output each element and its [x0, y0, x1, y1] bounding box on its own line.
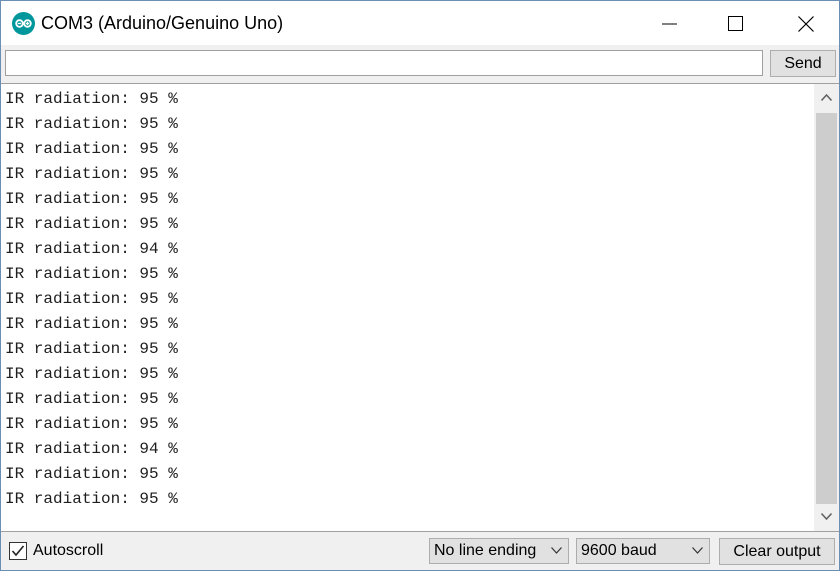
- send-row: Send: [1, 45, 839, 83]
- arduino-logo-icon: [12, 12, 35, 35]
- close-icon: [798, 16, 814, 32]
- output-line: IR radiation: 94 %: [5, 240, 178, 258]
- maximize-button[interactable]: [712, 1, 758, 45]
- output-line: IR radiation: 95 %: [5, 90, 178, 108]
- output-lines: IR radiation: 95 % IR radiation: 95 % IR r…: [5, 87, 805, 512]
- baud-rate-select[interactable]: 9600 baud: [576, 538, 710, 564]
- output-line: IR radiation: 94 %: [5, 440, 178, 458]
- line-ending-value: No line ending: [434, 542, 537, 559]
- baud-rate-value: 9600 baud: [581, 542, 657, 559]
- clear-output-button[interactable]: Clear output: [719, 538, 835, 565]
- minimize-button[interactable]: [646, 1, 692, 45]
- bottom-bar: Autoscroll No line ending 9600 baud Clea…: [1, 532, 839, 570]
- output-line: IR radiation: 95 %: [5, 265, 178, 283]
- autoscroll-label: Autoscroll: [33, 542, 104, 559]
- maximize-icon: [728, 16, 743, 31]
- line-ending-select[interactable]: No line ending: [429, 538, 569, 564]
- output-line: IR radiation: 95 %: [5, 390, 178, 408]
- output-line: IR radiation: 95 %: [5, 315, 178, 333]
- output-line: IR radiation: 95 %: [5, 465, 178, 483]
- scrollbar-thumb[interactable]: [816, 113, 837, 504]
- chevron-up-icon: [821, 94, 832, 101]
- scroll-up-button[interactable]: [814, 84, 839, 112]
- checkmark-icon: [11, 545, 25, 557]
- output-line: IR radiation: 95 %: [5, 490, 178, 508]
- minimize-icon: [662, 23, 677, 25]
- vertical-scrollbar[interactable]: [814, 84, 839, 531]
- serial-output[interactable]: IR radiation: 95 % IR radiation: 95 % IR r…: [1, 83, 839, 532]
- output-line: IR radiation: 95 %: [5, 190, 178, 208]
- autoscroll-checkbox[interactable]: [9, 542, 27, 560]
- output-line: IR radiation: 95 %: [5, 290, 178, 308]
- output-line: IR radiation: 95 %: [5, 165, 178, 183]
- close-button[interactable]: [782, 1, 828, 45]
- output-line: IR radiation: 95 %: [5, 215, 178, 233]
- chevron-down-icon: [692, 547, 703, 554]
- serial-input[interactable]: [5, 50, 763, 76]
- window-title: COM3 (Arduino/Genuino Uno): [41, 13, 284, 33]
- send-button[interactable]: Send: [770, 50, 836, 77]
- title-bar[interactable]: COM3 (Arduino/Genuino Uno): [1, 1, 839, 45]
- output-line: IR radiation: 95 %: [5, 365, 178, 383]
- chevron-down-icon: [821, 513, 832, 520]
- chevron-down-icon: [551, 547, 562, 554]
- output-line: IR radiation: 95 %: [5, 140, 178, 158]
- output-line: IR radiation: 95 %: [5, 340, 178, 358]
- output-line: IR radiation: 95 %: [5, 415, 178, 433]
- serial-monitor-window: COM3 (Arduino/Genuino Uno) Send IR radia…: [0, 0, 840, 571]
- output-line: IR radiation: 95 %: [5, 115, 178, 133]
- scroll-down-button[interactable]: [814, 503, 839, 531]
